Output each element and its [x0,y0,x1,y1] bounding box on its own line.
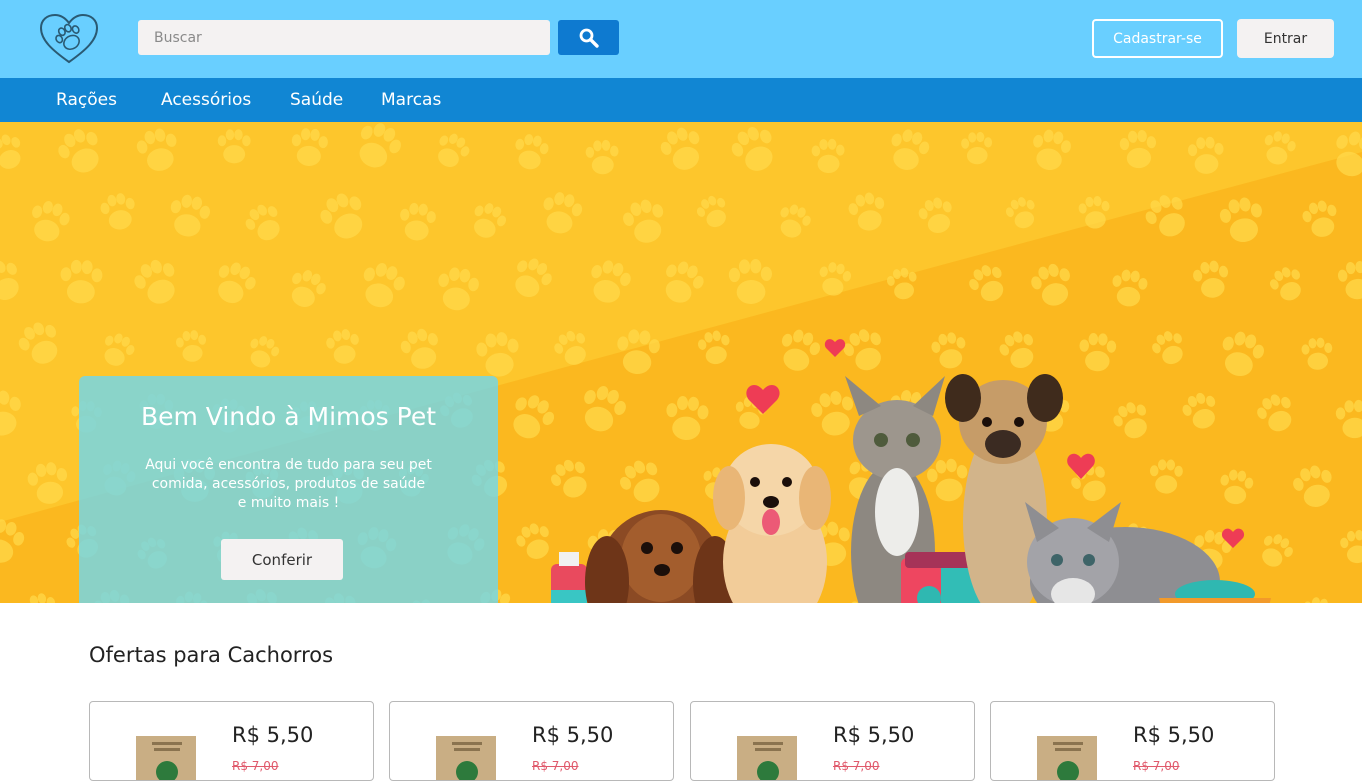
top-header: Cadastrar-se Entrar [0,0,1362,78]
product-price: R$ 5,50 [232,723,314,747]
heart-icon [746,384,780,414]
signup-button[interactable]: Cadastrar-se [1092,19,1223,58]
welcome-panel: Bem Vindo à Mimos Pet Aqui você encontra… [79,376,498,603]
product-image [1035,734,1099,780]
welcome-description: Aqui você encontra de tudo para seu pet … [145,457,432,511]
product-image [735,734,799,780]
nav-item-acessorios[interactable]: Acessórios [161,78,251,122]
nav-item-racoes[interactable]: Rações [56,78,117,122]
offers-title: Ofertas para Cachorros [89,643,334,667]
welcome-title: Bem Vindo à Mimos Pet [140,402,437,431]
heart-icon [1221,528,1245,548]
login-button[interactable]: Entrar [1237,19,1334,58]
product-price: R$ 5,50 [833,723,915,747]
heart-icon [1067,453,1095,479]
heart-icon [824,339,846,357]
conferir-button[interactable]: Conferir [221,539,343,580]
product-card[interactable]: R$ 5,50 R$ 7,00 [990,701,1275,781]
hero-banner: Bem Vindo à Mimos Pet Aqui você encontra… [0,122,1362,603]
pets-illustration [551,339,1271,603]
product-card[interactable]: R$ 5,50 R$ 7,00 [690,701,975,781]
nav-item-saude[interactable]: Saúde [290,78,343,122]
product-price: R$ 5,50 [532,723,614,747]
search-button[interactable] [558,20,619,55]
product-old-price: R$ 7,00 [532,759,579,773]
product-image [134,734,198,780]
product-old-price: R$ 7,00 [232,759,279,773]
nav-item-marcas[interactable]: Marcas [381,78,441,122]
category-nav: Rações Acessórios Saúde Marcas [0,78,1362,122]
search-icon [579,28,599,48]
product-card[interactable]: R$ 5,50 R$ 7,00 [89,701,374,781]
heart-paw-icon[interactable] [38,12,100,66]
product-old-price: R$ 7,00 [1133,759,1180,773]
product-old-price: R$ 7,00 [833,759,880,773]
product-image [434,734,498,780]
product-card[interactable]: R$ 5,50 R$ 7,00 [389,701,674,781]
product-price: R$ 5,50 [1133,723,1215,747]
search-input[interactable] [138,20,550,55]
